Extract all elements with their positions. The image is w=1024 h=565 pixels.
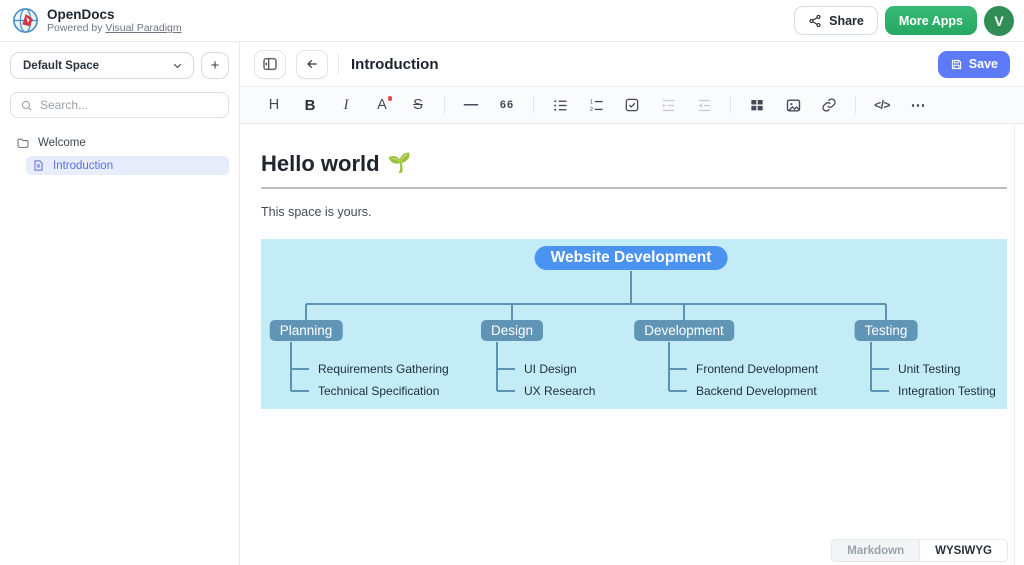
mindmap-branch-planning: Planning (270, 320, 343, 341)
share-icon (808, 14, 822, 28)
bullet-list-icon (552, 97, 569, 114)
sidebar-item-introduction[interactable]: Introduction (26, 156, 229, 175)
topbar-actions: Share More Apps V (794, 6, 1014, 36)
more-tools-button[interactable]: ⋯ (905, 92, 931, 118)
opendocs-app: OpenDocs Powered by Visual Paradigm Shar… (0, 0, 1024, 565)
mindmap-branch-design: Design (481, 320, 543, 341)
search-icon (20, 99, 33, 112)
checkbox-icon (624, 97, 640, 113)
task-list-button[interactable] (619, 92, 645, 118)
sidebar-item-welcome[interactable]: Welcome (10, 133, 229, 152)
document-header: Introduction Save (240, 42, 1024, 86)
space-selector[interactable]: Default Space (10, 52, 194, 79)
horizontal-rule-button[interactable]: — (458, 92, 484, 118)
mindmap-leaf: Frontend Development (696, 362, 818, 376)
svg-text:1: 1 (589, 99, 592, 105)
heading-rule (261, 187, 1007, 189)
header-divider (338, 54, 339, 74)
image-icon (785, 97, 802, 114)
document-icon (32, 159, 45, 172)
toggle-sidebar-button[interactable] (254, 50, 286, 79)
main-panel: Introduction Save H B I (240, 42, 1024, 565)
mindmap-branch-testing: Testing (855, 320, 918, 341)
seedling-emoji: 🌱 (388, 150, 412, 178)
sidebar: Default Space + (0, 42, 240, 565)
heading-button[interactable]: H (261, 92, 287, 118)
folder-icon (16, 136, 30, 150)
visual-paradigm-link[interactable]: Visual Paradigm (105, 22, 181, 34)
font-color-button[interactable]: A (369, 92, 395, 118)
chevron-down-icon (171, 59, 184, 72)
document-paragraph: This space is yours. (261, 205, 1024, 219)
blockquote-button[interactable]: 66 (494, 92, 520, 118)
code-button[interactable]: </> (869, 92, 895, 118)
brand-text: OpenDocs Powered by Visual Paradigm (47, 7, 182, 35)
mindmap-branch-development: Development (634, 320, 734, 341)
arrow-left-icon (304, 56, 320, 72)
save-icon (950, 58, 963, 71)
italic-button[interactable]: I (333, 92, 359, 118)
indent-button[interactable] (655, 92, 681, 118)
ordered-list-icon: 1 2 (588, 97, 605, 114)
toolbar-divider (855, 96, 856, 114)
ordered-list-button[interactable]: 1 2 (583, 92, 609, 118)
user-avatar[interactable]: V (984, 6, 1014, 36)
mindmap-leaf: Backend Development (696, 384, 817, 398)
svg-text:2: 2 (589, 107, 592, 113)
mindmap-leaf: UI Design (524, 362, 577, 376)
app-title: OpenDocs (47, 7, 182, 23)
back-button[interactable] (296, 50, 328, 79)
document-heading: Hello world 🌱 (261, 150, 1024, 178)
scrollbar-gutter[interactable] (1014, 124, 1024, 565)
editor-canvas[interactable]: Hello world 🌱 This space is yours. (240, 124, 1024, 565)
mindmap-leaf: Requirements Gathering (318, 362, 449, 376)
tab-wysiwyg[interactable]: WYSIWYG (919, 539, 1008, 562)
mindmap-root-node: Website Development (535, 246, 728, 270)
share-button[interactable]: Share (794, 6, 878, 35)
toolbar-divider (730, 96, 731, 114)
brand: OpenDocs Powered by Visual Paradigm (12, 7, 182, 35)
opendocs-logo-icon (12, 7, 39, 34)
add-space-button[interactable]: + (201, 52, 229, 79)
outdent-icon (696, 97, 713, 114)
tree-item-label: Welcome (38, 137, 86, 149)
search-input[interactable] (40, 98, 219, 112)
table-button[interactable] (744, 92, 770, 118)
image-button[interactable] (780, 92, 806, 118)
body: Default Space + (0, 42, 1024, 565)
link-button[interactable] (816, 92, 842, 118)
bullet-list-button[interactable] (547, 92, 573, 118)
save-button[interactable]: Save (938, 51, 1010, 78)
powered-by: Powered by Visual Paradigm (47, 22, 182, 34)
link-icon (821, 97, 837, 113)
tab-markdown[interactable]: Markdown (831, 539, 919, 562)
bold-button[interactable]: B (297, 92, 323, 118)
mindmap-leaf: Integration Testing (898, 384, 996, 398)
tree-item-label: Introduction (53, 160, 113, 172)
indent-icon (660, 97, 677, 114)
table-icon (749, 97, 765, 113)
search-box[interactable] (10, 92, 229, 118)
mindmap-leaf: Technical Specification (318, 384, 439, 398)
strikethrough-button[interactable]: S (405, 92, 431, 118)
space-row: Default Space + (10, 52, 229, 79)
toolbar-divider (533, 96, 534, 114)
outdent-button[interactable] (691, 92, 717, 118)
panel-left-icon (262, 56, 278, 72)
editor-toolbar: H B I A S — 66 (240, 86, 1024, 124)
color-dot (388, 96, 393, 101)
mindmap-leaf: Unit Testing (898, 362, 960, 376)
editor-mode-tabs: Markdown WYSIWYG (831, 539, 1008, 562)
top-bar: OpenDocs Powered by Visual Paradigm Shar… (0, 0, 1024, 42)
page-title: Introduction (351, 56, 438, 73)
mindmap-leaf: UX Research (524, 384, 595, 398)
toolbar-divider (444, 96, 445, 114)
more-apps-button[interactable]: More Apps (885, 6, 977, 35)
mindmap-diagram[interactable]: Website Development Planning Design Deve… (261, 239, 1007, 409)
